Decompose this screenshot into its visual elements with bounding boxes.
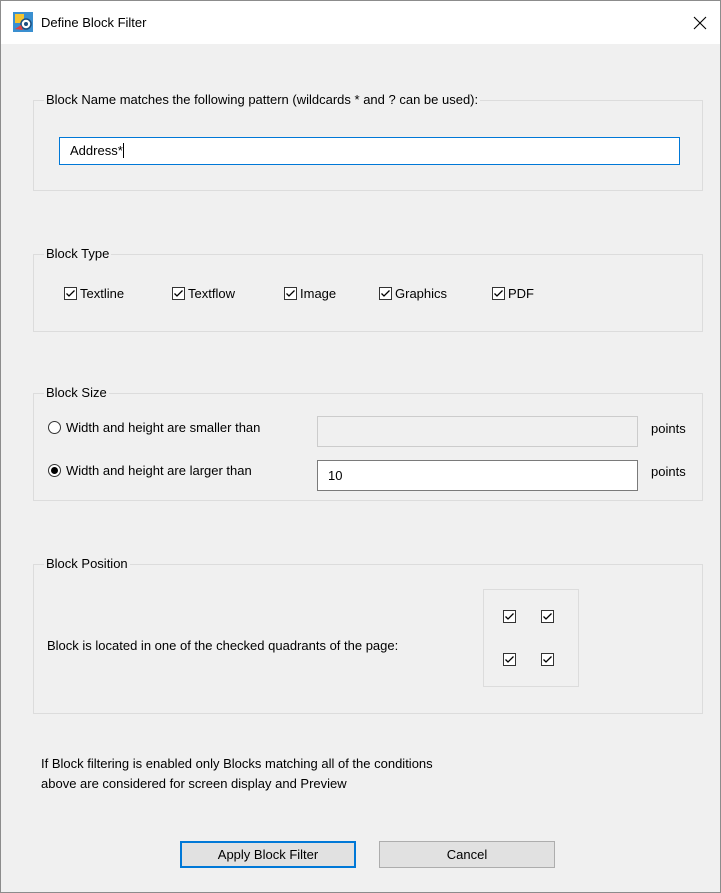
- smaller-value-input[interactable]: [317, 416, 638, 447]
- pattern-value: Address*: [70, 143, 123, 158]
- checkmark-icon: [543, 613, 552, 620]
- apply-block-filter-button[interactable]: Apply Block Filter: [180, 841, 356, 868]
- checkmark-icon: [494, 290, 503, 297]
- type-image-checkbox[interactable]: Image: [284, 286, 336, 301]
- type-pdf-label: PDF: [508, 286, 534, 301]
- quadrant-bottom-right-checkbox[interactable]: [541, 653, 554, 666]
- type-textflow-checkbox[interactable]: Textflow: [172, 286, 235, 301]
- smaller-radio[interactable]: Width and height are smaller than: [48, 420, 260, 435]
- block-size-legend: Block Size: [44, 385, 109, 400]
- checkbox-box: [492, 287, 505, 300]
- block-type-legend: Block Type: [44, 246, 112, 261]
- larger-unit-label: points: [651, 464, 686, 479]
- dialog-window: Define Block Filter Block Name matches t…: [0, 0, 721, 893]
- info-line-1: If Block filtering is enabled only Block…: [41, 756, 433, 771]
- larger-value: 10: [328, 468, 343, 483]
- app-icon: [13, 12, 33, 32]
- quadrant-top-right-checkbox[interactable]: [541, 610, 554, 623]
- radio-dot: [51, 467, 58, 474]
- info-line-2: above are considered for screen display …: [41, 776, 347, 791]
- checkmark-icon: [543, 656, 552, 663]
- radio-circle-selected: [48, 464, 61, 477]
- radio-circle: [48, 421, 61, 434]
- quadrant-selector: [483, 589, 579, 687]
- larger-label: Width and height are larger than: [66, 463, 252, 478]
- type-pdf-checkbox[interactable]: PDF: [492, 286, 534, 301]
- checkmark-icon: [286, 290, 295, 297]
- checkmark-icon: [66, 290, 75, 297]
- checkbox-box: [379, 287, 392, 300]
- cancel-button[interactable]: Cancel: [379, 841, 555, 868]
- checkbox-box: [64, 287, 77, 300]
- checkmark-icon: [381, 290, 390, 297]
- block-size-group: Block Size Width and height are smaller …: [33, 385, 703, 501]
- info-text: If Block filtering is enabled only Block…: [41, 754, 433, 794]
- type-graphics-checkbox[interactable]: Graphics: [379, 286, 447, 301]
- smaller-unit-label: points: [651, 421, 686, 436]
- block-type-group: Block Type Textline Textflow Image Graph…: [33, 246, 703, 332]
- text-caret: [122, 143, 124, 158]
- larger-value-input[interactable]: 10: [317, 460, 638, 491]
- block-position-legend: Block Position: [44, 556, 130, 571]
- block-name-legend: Block Name matches the following pattern…: [44, 92, 481, 107]
- quadrant-bottom-left-checkbox[interactable]: [503, 653, 516, 666]
- position-label: Block is located in one of the checked q…: [47, 638, 399, 653]
- type-textflow-label: Textflow: [188, 286, 235, 301]
- type-textline-label: Textline: [80, 286, 125, 301]
- type-image-label: Image: [300, 286, 337, 301]
- close-icon: [693, 16, 707, 29]
- type-graphics-label: Graphics: [395, 286, 448, 301]
- smaller-label: Width and height are smaller than: [66, 420, 261, 435]
- checkbox-box: [172, 287, 185, 300]
- checkmark-icon: [505, 613, 514, 620]
- close-button[interactable]: [680, 1, 720, 44]
- checkmark-icon: [174, 290, 183, 297]
- window-title: Define Block Filter: [41, 15, 147, 30]
- title-bar: Define Block Filter: [1, 1, 720, 44]
- checkmark-icon: [505, 656, 514, 663]
- pattern-input[interactable]: Address*: [59, 137, 680, 165]
- quadrant-top-left-checkbox[interactable]: [503, 610, 516, 623]
- larger-radio[interactable]: Width and height are larger than: [48, 463, 252, 478]
- block-name-group: Block Name matches the following pattern…: [33, 92, 703, 191]
- checkbox-box: [284, 287, 297, 300]
- block-position-group: Block Position Block is located in one o…: [33, 556, 703, 714]
- type-textline-checkbox[interactable]: Textline: [64, 286, 124, 301]
